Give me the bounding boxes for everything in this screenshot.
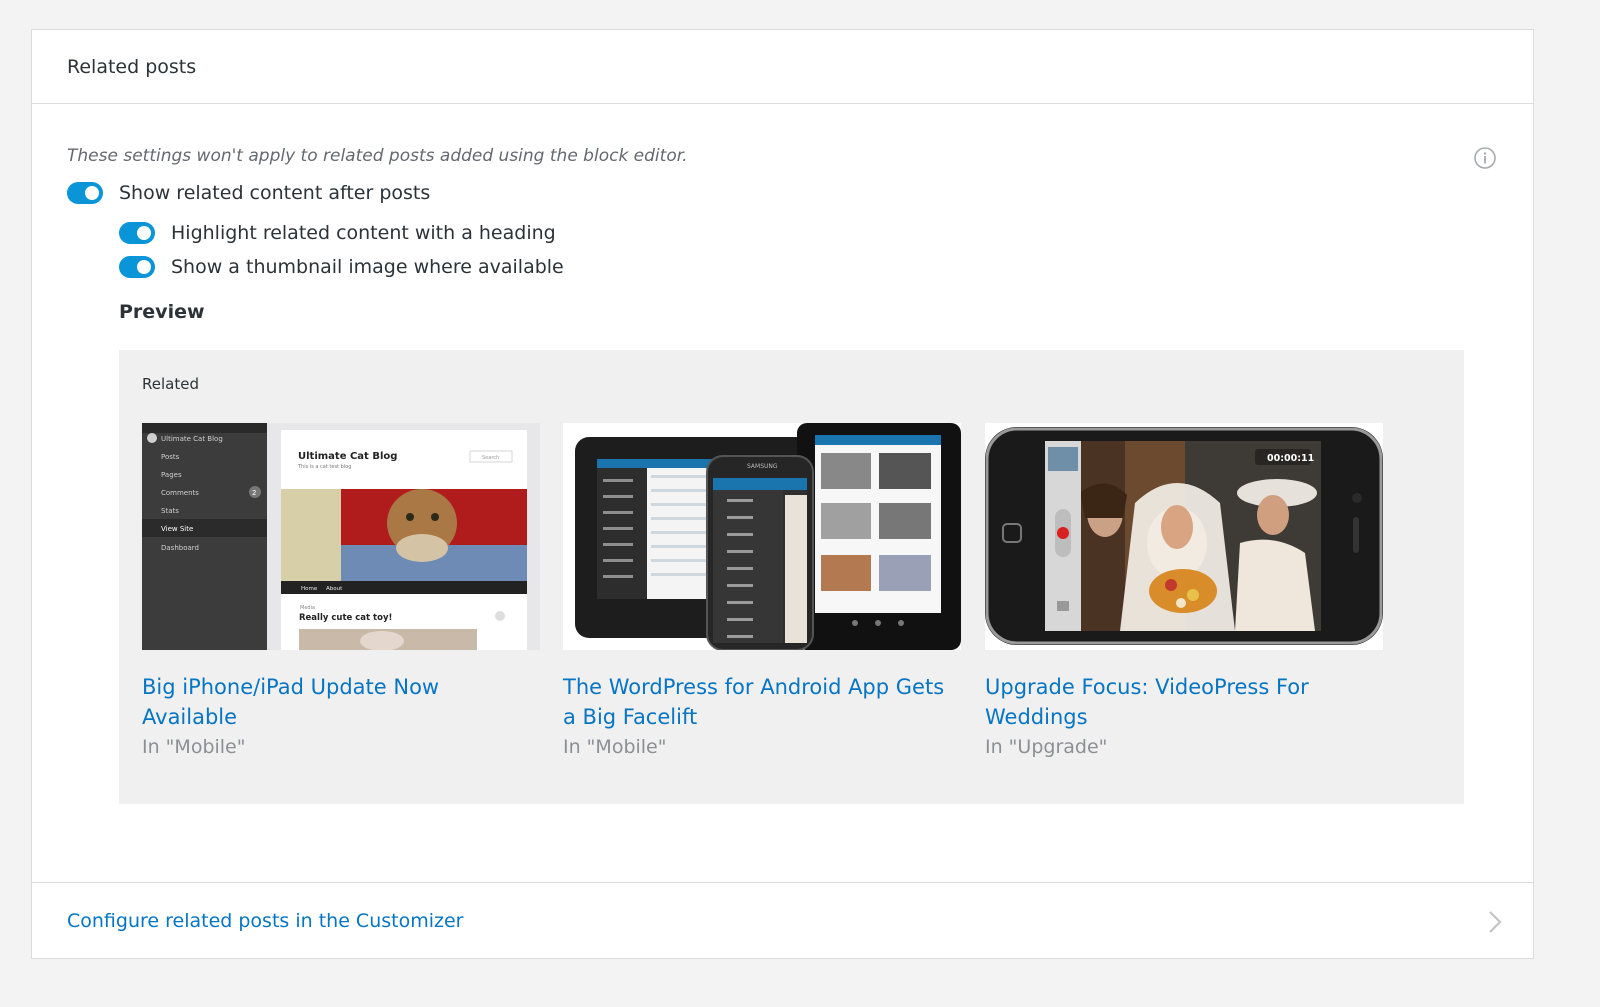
thumb-nav-home: Home <box>301 586 318 592</box>
sidebar-pages: Pages <box>161 471 182 479</box>
related-post-2: SAMSUNG The WordPress for Android App Ge… <box>563 423 961 762</box>
show-thumbnail-toggle[interactable] <box>119 256 155 278</box>
post-thumbnail-cat-blog[interactable]: Ultimate Cat Blog Posts Pages Comments 2… <box>142 423 540 650</box>
post-thumbnail-videopress-wedding[interactable]: 00:00:11 <box>985 423 1383 650</box>
card-header: Related posts <box>32 30 1533 104</box>
info-icon[interactable] <box>1473 146 1497 170</box>
related-post-1: Ultimate Cat Blog Posts Pages Comments 2… <box>142 423 540 762</box>
thumb-post-meta: Media <box>300 605 315 611</box>
related-post-title-2[interactable]: The WordPress for Android App Gets a Big… <box>563 672 961 732</box>
toggle-knob <box>85 186 99 200</box>
card-body: These settings won't apply to related po… <box>32 104 1533 884</box>
sidebar-blog-name: Ultimate Cat Blog <box>161 435 223 443</box>
thumb-tagline: This is a cat test blog <box>297 464 351 470</box>
related-post-3: 00:00:11 Upgrade Focus: VideoPress For W… <box>985 423 1383 762</box>
configure-customizer-link[interactable]: Configure related posts in the Customize… <box>67 910 463 932</box>
sidebar-view-site: View Site <box>161 525 193 533</box>
thumb-nav-about: About <box>326 586 343 592</box>
show-related-toggle[interactable] <box>67 182 103 204</box>
related-post-title-3[interactable]: Upgrade Focus: VideoPress For Weddings <box>985 672 1383 732</box>
toggle-knob <box>137 260 151 274</box>
related-heading: Related <box>142 375 199 393</box>
show-related-label: Show related content after posts <box>119 182 431 204</box>
preview-title: Preview <box>119 301 205 323</box>
sidebar-dashboard: Dashboard <box>161 544 199 552</box>
chevron-right-icon <box>1489 911 1502 933</box>
related-post-category-3: In "Upgrade" <box>985 736 1108 758</box>
related-post-category-1: In "Mobile" <box>142 736 246 758</box>
video-timer: 00:00:11 <box>1267 453 1314 464</box>
thumb-search: Search <box>482 455 499 461</box>
preview-box: Related Ultimate Cat Blog Posts Pages Co… <box>119 350 1464 804</box>
sidebar-comment-count: 2 <box>252 489 256 497</box>
related-posts-card: Related posts These settings won't apply… <box>31 29 1534 959</box>
toggle-knob <box>137 226 151 240</box>
thumb-post-title: Really cute cat toy! <box>299 613 392 623</box>
block-editor-note: These settings won't apply to related po… <box>67 146 688 166</box>
highlight-heading-label: Highlight related content with a heading <box>171 222 556 244</box>
sidebar-posts: Posts <box>161 453 180 461</box>
sidebar-stats: Stats <box>161 507 179 515</box>
related-post-title-1[interactable]: Big iPhone/iPad Update Now Available <box>142 672 540 732</box>
customizer-link-row[interactable]: Configure related posts in the Customize… <box>32 882 1533 958</box>
toggle-row-highlight-heading: Highlight related content with a heading <box>119 222 556 244</box>
toggle-row-show-related: Show related content after posts <box>67 182 430 204</box>
sidebar-comments: Comments <box>161 489 199 497</box>
thumb-blog-name: Ultimate Cat Blog <box>298 451 397 462</box>
show-thumbnail-label: Show a thumbnail image where available <box>171 256 564 278</box>
post-thumbnail-android-devices[interactable]: SAMSUNG <box>563 423 961 650</box>
card-title: Related posts <box>67 55 197 78</box>
related-post-category-2: In "Mobile" <box>563 736 667 758</box>
toggle-row-show-thumbnail: Show a thumbnail image where available <box>119 256 564 278</box>
highlight-heading-toggle[interactable] <box>119 222 155 244</box>
phone-brand: SAMSUNG <box>747 463 778 470</box>
